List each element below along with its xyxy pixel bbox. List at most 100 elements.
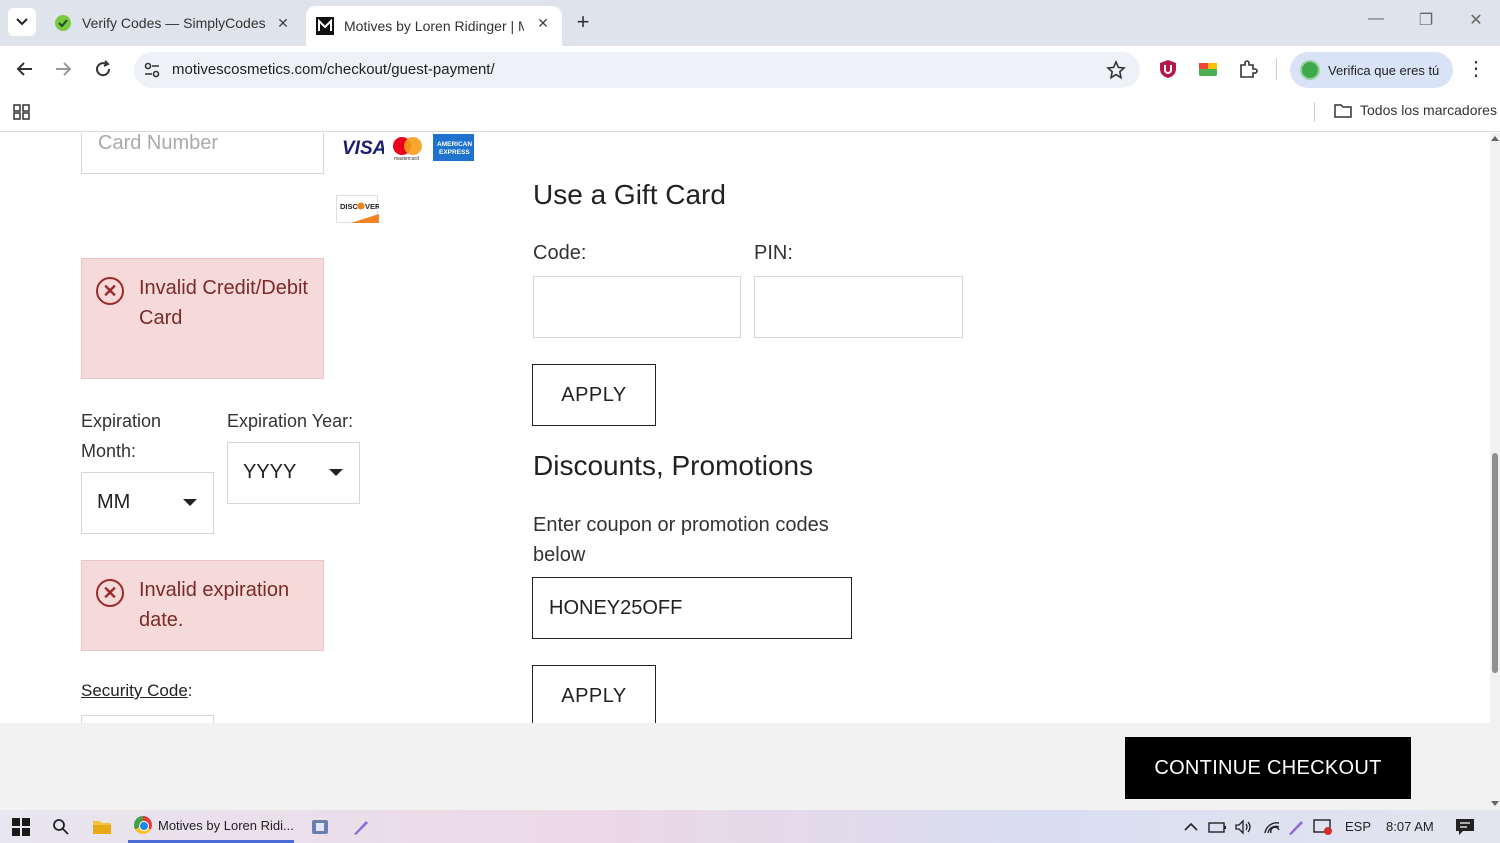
taskbar-app-icon[interactable] [309, 816, 331, 838]
security-code-link[interactable]: Security Code [81, 681, 188, 700]
security-code-colon: : [187, 681, 193, 700]
checkout-footer-bar: CONTINUE CHECKOUT [0, 723, 1490, 810]
simplycodes-icon [54, 14, 72, 32]
caret-down-icon [183, 499, 197, 506]
minimize-button[interactable]: — [1362, 10, 1390, 34]
tab-bar: Verify Codes — SimplyCodes ✕ Motives by … [0, 0, 1500, 46]
bookmark-star-icon[interactable] [1106, 60, 1126, 80]
tray-overflow-chevron-icon[interactable] [1180, 816, 1202, 838]
card-logo-amex: AMERICAN EXPRESS [433, 134, 474, 161]
card-logo-discover: DISC VER [336, 195, 381, 223]
motives-logo-icon [316, 17, 334, 35]
card-error-text: Invalid Credit/Debit Card [139, 277, 308, 329]
caret-down-icon [329, 469, 343, 476]
svg-text:DISC: DISC [340, 202, 359, 211]
card-error-message: ✕ Invalid Credit/Debit Card [81, 258, 324, 379]
security-code-input[interactable] [81, 715, 214, 723]
security-code-label: Security Code: [81, 681, 193, 701]
gift-pin-input[interactable] [754, 276, 963, 338]
file-explorer-icon[interactable] [91, 816, 113, 838]
coupon-instruction: Enter coupon or promotion codes below [533, 514, 829, 566]
close-icon[interactable]: ✕ [534, 14, 552, 32]
gift-card-heading: Use a Gift Card [533, 179, 726, 210]
exp-year-select[interactable]: YYYY [227, 442, 360, 504]
new-tab-button[interactable]: + [570, 10, 596, 36]
card-logo-visa: VISA [340, 135, 386, 159]
profile-avatar-icon [1300, 60, 1320, 80]
error-circle-x-icon: ✕ [96, 579, 124, 607]
exp-month-select[interactable]: MM [81, 472, 214, 534]
exp-error-text: Invalid expiration date. [139, 579, 290, 631]
chevron-down-icon [16, 18, 28, 26]
restore-button[interactable]: ❐ [1412, 10, 1440, 34]
extension-wallet-icon[interactable] [1197, 58, 1219, 80]
gift-code-label: Code: [533, 242, 587, 264]
site-settings-icon[interactable] [142, 60, 162, 80]
browser-toolbar: motivescosmetics.com/checkout/guest-paym… [0, 46, 1500, 92]
checkout-payment-page: Card Number VISA mastercard AMERICAN EXPR… [0, 133, 1490, 723]
scroll-down-icon[interactable] [1491, 801, 1499, 806]
reload-icon [96, 60, 111, 77]
ublock-shield-icon[interactable] [1157, 58, 1179, 80]
svg-text:EXPRESS: EXPRESS [439, 149, 470, 156]
windows-start-icon[interactable] [10, 816, 32, 838]
scroll-up-icon[interactable] [1491, 136, 1499, 141]
svg-text:AMERICAN: AMERICAN [437, 141, 472, 148]
coupon-apply-button[interactable]: APPLY [532, 665, 656, 723]
search-icon[interactable] [50, 816, 72, 838]
profile-label: Verifica que eres tú [1328, 62, 1440, 78]
extensions-puzzle-icon[interactable] [1237, 58, 1259, 80]
card-number-input[interactable]: Card Number [81, 133, 324, 174]
arrow-right-icon [56, 62, 72, 76]
exp-year-label: Expiration Year: [227, 411, 354, 431]
back-button[interactable] [12, 56, 38, 82]
tab-simplycodes[interactable]: Verify Codes — SimplyCodes ✕ [44, 6, 302, 40]
battery-icon[interactable] [1207, 816, 1229, 838]
clock[interactable]: 8:07 AM [1386, 819, 1434, 834]
pen-tray-icon[interactable] [1285, 816, 1307, 838]
continue-checkout-button[interactable]: CONTINUE CHECKOUT [1125, 737, 1411, 799]
discounts-heading: Discounts, Promotions [533, 450, 814, 481]
exp-year-value: YYYY [243, 461, 297, 483]
all-bookmarks-button[interactable]: Todos los marcadores [1334, 102, 1497, 118]
security-alert-icon[interactable] [1312, 816, 1334, 838]
svg-text:mastercard: mastercard [394, 156, 419, 161]
volume-icon[interactable] [1233, 816, 1255, 838]
arrow-left-icon [16, 62, 32, 76]
all-bookmarks-label: Todos los marcadores [1360, 102, 1497, 118]
svg-text:VISA: VISA [342, 138, 384, 159]
card-logo-mastercard: mastercard [390, 135, 426, 162]
close-icon[interactable]: ✕ [274, 14, 292, 32]
taskbar-app-title: Motives by Loren Ridi... [158, 817, 294, 833]
apps-grid-icon[interactable] [12, 102, 32, 122]
page-scrollbar[interactable] [1490, 133, 1500, 810]
taskbar-chrome-app[interactable]: Motives by Loren Ridi... [128, 810, 294, 843]
chrome-icon [134, 816, 152, 834]
bookmarks-divider [1314, 102, 1315, 122]
svg-text:VER: VER [365, 202, 379, 211]
bookmarks-bar: Todos los marcadores [0, 92, 1500, 132]
exp-month-value: MM [97, 491, 131, 513]
folder-icon [1334, 104, 1352, 118]
toolbar-divider [1276, 58, 1277, 80]
address-bar[interactable]: motivescosmetics.com/checkout/guest-paym… [134, 52, 1140, 88]
coupon-input[interactable]: HONEY25OFF [532, 577, 852, 639]
url-text: motivescosmetics.com/checkout/guest-paym… [172, 61, 495, 78]
close-window-button[interactable]: ✕ [1462, 10, 1490, 34]
notifications-icon[interactable] [1454, 816, 1476, 838]
profile-verify-button[interactable]: Verifica que eres tú [1290, 52, 1453, 88]
tab-search-button[interactable] [8, 8, 36, 36]
language-indicator[interactable]: ESP [1345, 819, 1371, 834]
kebab-menu-icon[interactable]: ⋮ [1466, 58, 1486, 82]
exp-month-label: Expiration Month: [81, 411, 162, 461]
gift-pin-label: PIN: [754, 242, 793, 264]
gift-apply-button[interactable]: APPLY [532, 364, 656, 426]
reload-button[interactable] [90, 56, 116, 82]
gift-code-input[interactable] [533, 276, 741, 338]
forward-button[interactable] [50, 56, 76, 82]
wifi-icon[interactable] [1261, 816, 1283, 838]
scroll-thumb[interactable] [1492, 453, 1498, 673]
windows-taskbar: Motives by Loren Ridi... ESP 8:07 AM [0, 810, 1500, 843]
tab-motives[interactable]: Motives by Loren Ridinger | Motives ✕ [306, 6, 562, 46]
pen-app-icon[interactable] [350, 816, 372, 838]
